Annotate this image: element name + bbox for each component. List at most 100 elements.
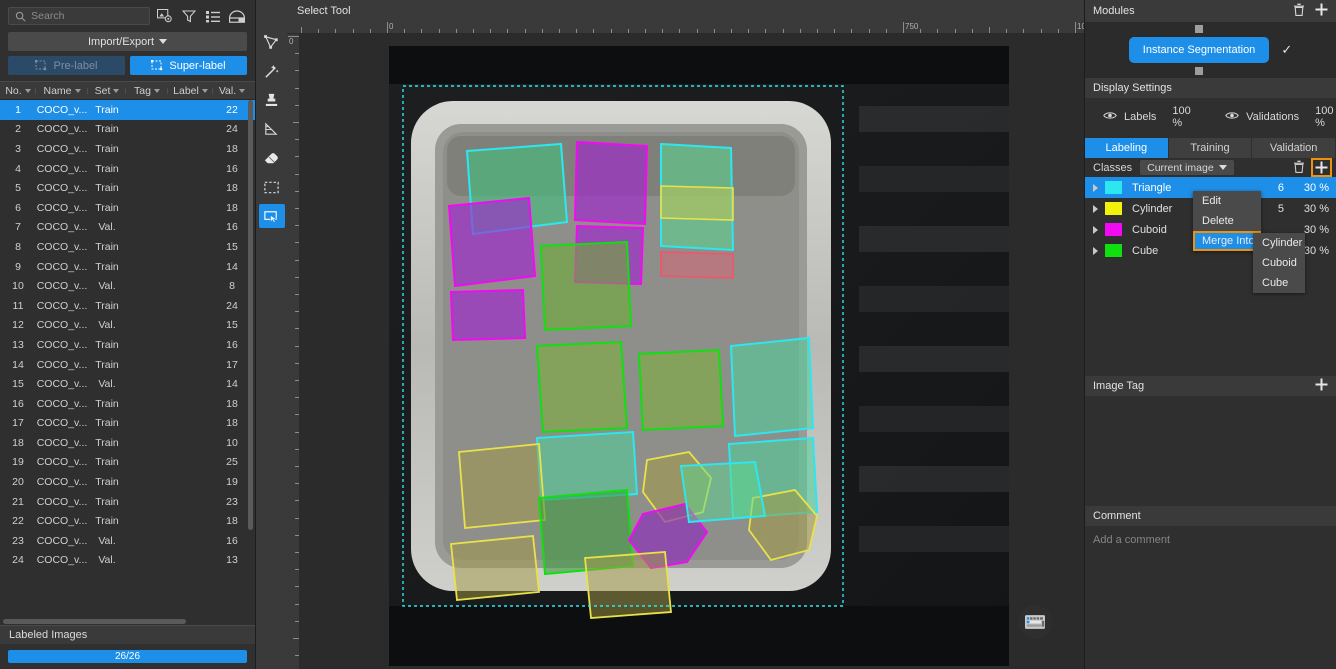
column-header-name[interactable]: Name [36,85,88,97]
table-row[interactable]: 21 COCO_v... Train 23 [0,492,255,512]
module-instance-segmentation[interactable]: Instance Segmentation [1128,25,1270,75]
search-box[interactable] [8,7,150,25]
comment-body[interactable] [1085,554,1336,669]
eye-icon[interactable] [1225,111,1239,123]
table-row[interactable]: 9 COCO_v... Train 14 [0,257,255,277]
cell-val: 25 [226,456,238,469]
table-row[interactable]: 12 COCO_v... Val. 15 [0,316,255,336]
column-header-val[interactable]: Val. [213,85,251,97]
module-handle-top[interactable] [1195,25,1204,33]
eye-icon[interactable] [1103,111,1117,123]
column-header-label[interactable]: Label [168,85,213,97]
column-header-set[interactable]: Set [88,85,126,97]
annotated-image[interactable] [389,46,1009,666]
delete-class-icon[interactable] [1293,160,1305,176]
table-row[interactable]: 2 COCO_v... Train 24 [0,120,255,140]
class-color-swatch[interactable] [1105,244,1122,257]
table-row[interactable]: 4 COCO_v... Train 16 [0,159,255,179]
table-row[interactable]: 18 COCO_v... Train 10 [0,433,255,453]
comment-placeholder[interactable]: Add a comment [1085,526,1336,554]
expand-arrow-icon[interactable] [1093,183,1098,192]
table-row[interactable]: 7 COCO_v... Val. 16 [0,218,255,238]
submenu-item-cuboid[interactable]: Cuboid [1253,253,1305,273]
file-list-horizontal-scrollbar[interactable] [0,618,255,625]
table-row[interactable]: 13 COCO_v... Train 16 [0,335,255,355]
sort-caret-icon[interactable] [153,88,160,93]
table-row[interactable]: 22 COCO_v... Train 18 [0,511,255,531]
ruler-label: 0 [389,22,394,31]
import-export-button[interactable]: Import/Export [8,32,247,51]
context-menu-delete[interactable]: Delete [1193,211,1261,231]
magic-wand-tool-icon[interactable] [259,59,285,83]
labels-visibility[interactable]: Labels 100 % [1103,105,1195,129]
file-list-vertical-scrollbar[interactable] [248,100,253,530]
table-row[interactable]: 11 COCO_v... Train 24 [0,296,255,316]
table-row[interactable]: 17 COCO_v... Train 18 [0,414,255,434]
plus-icon[interactable] [1315,3,1328,19]
table-row[interactable]: 20 COCO_v... Train 19 [0,472,255,492]
smart-polygon-tool-icon[interactable] [259,117,285,141]
list-view-icon[interactable] [204,8,221,24]
expand-arrow-icon[interactable] [1093,246,1098,255]
keyboard-shortcuts-icon[interactable] [1018,605,1052,639]
marquee-select-tool-icon[interactable] [259,175,285,199]
cell-name: COCO_v... [36,299,88,312]
image-stage[interactable] [299,34,1084,669]
context-menu-edit[interactable]: Edit [1193,191,1261,211]
table-row[interactable]: 6 COCO_v... Train 18 [0,198,255,218]
validations-visibility[interactable]: Validations 100 % [1225,105,1336,129]
label-buttons: Pre-label Super-label [0,56,255,81]
ruler-tick [713,29,715,33]
column-header-no[interactable]: No. [0,85,36,97]
super-label-button[interactable]: Super-label [130,56,247,75]
table-row[interactable]: 14 COCO_v... Train 17 [0,355,255,375]
class-color-swatch[interactable] [1105,181,1122,194]
table-row[interactable]: 3 COCO_v... Train 18 [0,139,255,159]
ruler-tick [352,29,354,33]
ruler-tick [868,29,870,33]
tab-training[interactable]: Training [1168,138,1253,158]
layout-view-icon[interactable] [228,8,245,24]
right-tabs: Labeling Training Validation [1085,138,1336,158]
image-tag-body[interactable] [1085,396,1336,506]
table-row[interactable]: 16 COCO_v... Train 18 [0,394,255,414]
context-menu-merge-into[interactable]: Merge Into ▸ [1193,231,1270,251]
sort-caret-icon[interactable] [201,88,208,93]
table-row[interactable]: 10 COCO_v... Val. 8 [0,276,255,296]
add-class-button[interactable] [1311,158,1332,177]
table-row[interactable]: 19 COCO_v... Train 25 [0,453,255,473]
sort-caret-icon[interactable] [74,88,81,93]
table-row[interactable]: 5 COCO_v... Train 18 [0,178,255,198]
expand-arrow-icon[interactable] [1093,204,1098,213]
class-color-swatch[interactable] [1105,223,1122,236]
stamp-tool-icon[interactable] [259,88,285,112]
table-row[interactable]: 15 COCO_v... Val. 14 [0,374,255,394]
table-row[interactable]: 8 COCO_v... Train 15 [0,237,255,257]
polygon-tool-icon[interactable] [259,30,285,54]
file-table-body[interactable]: 1 COCO_v... Train 22 2 COCO_v... Train 24 3 COCO_… [0,100,255,618]
table-row[interactable]: 24 COCO_v... Val. 13 [0,551,255,571]
sort-caret-icon[interactable] [113,88,120,93]
column-header-tag[interactable]: Tag [126,85,168,97]
submenu-item-cylinder[interactable]: Cylinder [1253,233,1305,253]
pre-label-button[interactable]: Pre-label [8,56,125,75]
eraser-tool-icon[interactable] [259,146,285,170]
search-input[interactable] [31,10,144,22]
sort-caret-icon[interactable] [24,88,31,93]
class-scope-dropdown[interactable]: Current image [1140,160,1234,175]
funnel-filter-icon[interactable] [180,8,197,24]
expand-arrow-icon[interactable] [1093,225,1098,234]
table-row[interactable]: 1 COCO_v... Train 22 [0,100,255,120]
class-color-swatch[interactable] [1105,202,1122,215]
sort-caret-icon[interactable] [239,88,246,93]
table-row[interactable]: 23 COCO_v... Val. 16 [0,531,255,551]
tab-labeling[interactable]: Labeling [1085,138,1169,158]
select-tool-icon[interactable] [258,204,285,228]
image-filter-icon[interactable] [156,8,173,24]
tab-validation[interactable]: Validation [1252,138,1336,158]
class-name: Cube [1132,244,1159,257]
module-handle-bottom[interactable] [1195,67,1204,75]
submenu-item-cube[interactable]: Cube [1253,273,1305,293]
trash-icon[interactable] [1293,3,1305,19]
add-image-tag-button[interactable] [1315,378,1328,394]
